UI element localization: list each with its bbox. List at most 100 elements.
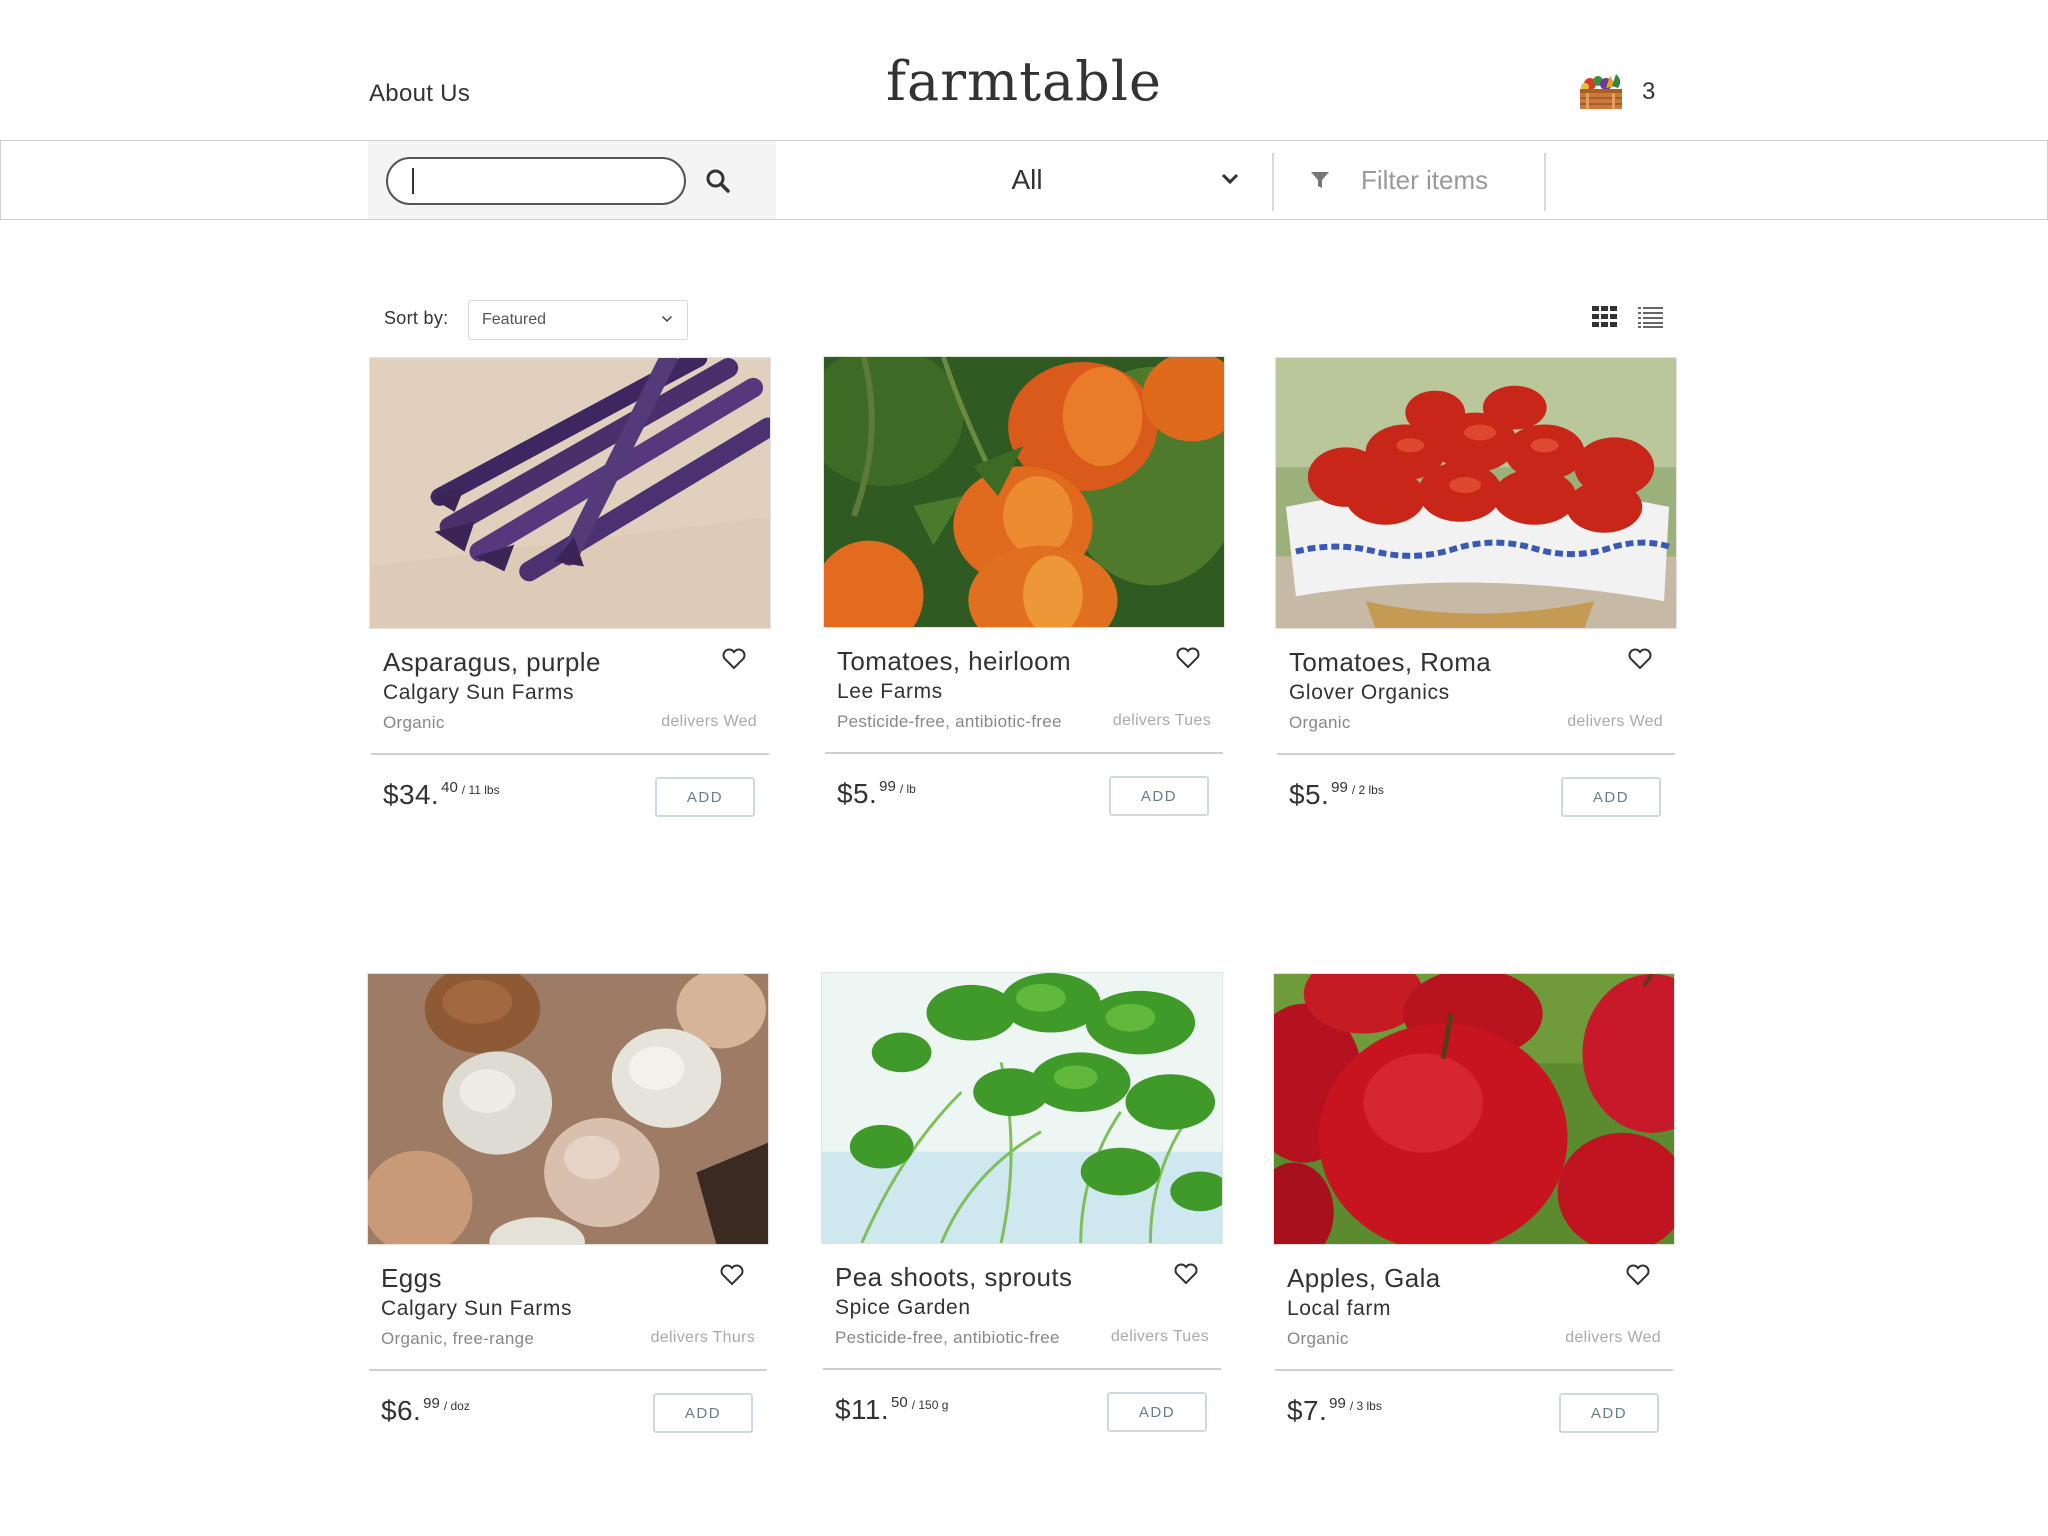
site-logo: farmtable	[886, 50, 1162, 113]
product-delivery-day: delivers Wed	[1565, 1329, 1661, 1346]
product-card: Tomatoes, Roma Glover Organics Organic d…	[1275, 357, 1677, 827]
product-price: $5. 99 / 2 lbs	[1289, 779, 1384, 811]
pea-shoots-photo	[822, 973, 1222, 1243]
gala-apples-photo	[1274, 974, 1674, 1244]
filter-items-button[interactable]: Filter items	[1291, 141, 1541, 219]
product-price: $11. 50 / 150 g	[835, 1394, 948, 1426]
heart-icon[interactable]	[1173, 1262, 1199, 1286]
product-name[interactable]: Tomatoes, Roma	[1289, 647, 1491, 678]
chevron-down-icon	[661, 315, 673, 323]
price-unit: / lb	[899, 782, 916, 796]
product-farm[interactable]: Calgary Sun Farms	[381, 1297, 572, 1321]
search-button[interactable]	[700, 163, 736, 199]
product-card: Tomatoes, heirloom Lee Farms Pesticide-f…	[823, 356, 1225, 826]
card-divider	[371, 753, 769, 755]
product-certification: Organic	[1289, 713, 1351, 732]
product-image-roma-tomatoes[interactable]	[1275, 357, 1677, 629]
produce-crate-icon	[1580, 74, 1622, 109]
text-caret	[412, 168, 414, 194]
price-cents: 50	[891, 1394, 908, 1411]
product-price: $6. 99 / doz	[381, 1395, 470, 1427]
product-name[interactable]: Apples, Gala	[1287, 1263, 1441, 1294]
product-farm[interactable]: Local farm	[1287, 1297, 1391, 1321]
product-image-pea-shoots[interactable]	[821, 972, 1223, 1244]
price-dollars: $5.	[1289, 779, 1330, 810]
grid-view-button[interactable]	[1592, 306, 1620, 328]
product-price: $5. 99 / lb	[837, 778, 916, 810]
toolbar-divider	[1272, 153, 1274, 211]
product-image-purple-asparagus[interactable]	[369, 357, 771, 629]
price-cents: 40	[441, 779, 458, 796]
product-certification: Pesticide-free, antibiotic-free	[835, 1328, 1060, 1347]
heart-icon[interactable]	[719, 1263, 745, 1287]
product-price: $7. 99 / 3 lbs	[1287, 1395, 1382, 1427]
card-divider	[825, 752, 1223, 754]
heart-icon[interactable]	[1627, 647, 1653, 671]
price-dollars: $11.	[835, 1394, 890, 1425]
product-image-eggs[interactable]	[367, 973, 769, 1245]
price-dollars: $34.	[383, 779, 440, 810]
sort-label: Sort by:	[384, 308, 449, 328]
add-to-cart-button[interactable]: ADD	[1561, 777, 1661, 817]
product-delivery-day: delivers Thurs	[650, 1329, 755, 1346]
add-to-cart-button[interactable]: ADD	[653, 1393, 753, 1433]
product-farm[interactable]: Lee Farms	[837, 680, 943, 704]
toolbar-divider	[1544, 153, 1546, 211]
price-dollars: $7.	[1287, 1395, 1328, 1426]
price-cents: 99	[1331, 779, 1348, 796]
product-price: $34. 40 / 11 lbs	[383, 779, 500, 811]
price-unit: / 2 lbs	[1351, 783, 1384, 797]
sort-selected-value: Featured	[482, 311, 547, 328]
product-delivery-day: delivers Wed	[661, 713, 757, 730]
product-delivery-day: delivers Wed	[1567, 713, 1663, 730]
product-name[interactable]: Eggs	[381, 1263, 442, 1294]
product-name[interactable]: Asparagus, purple	[383, 647, 601, 678]
product-certification: Organic	[1287, 1329, 1349, 1348]
filter-funnel-icon	[1311, 172, 1329, 188]
add-to-cart-button[interactable]: ADD	[1107, 1392, 1207, 1432]
heart-icon[interactable]	[1175, 646, 1201, 670]
list-view-button[interactable]	[1638, 306, 1666, 328]
roma-tomatoes-photo	[1276, 358, 1676, 628]
about-us-link[interactable]: About Us	[369, 80, 470, 108]
price-cents: 99	[423, 1395, 440, 1412]
price-unit: / 150 g	[911, 1398, 949, 1412]
product-name[interactable]: Tomatoes, heirloom	[837, 646, 1071, 677]
cart-count: 3	[1642, 78, 1656, 105]
add-to-cart-button[interactable]: ADD	[655, 777, 755, 817]
heart-icon[interactable]	[721, 647, 747, 671]
product-farm[interactable]: Spice Garden	[835, 1296, 971, 1320]
product-image-heirloom-tomatoes[interactable]	[823, 356, 1225, 628]
card-divider	[1277, 753, 1675, 755]
heart-icon[interactable]	[1625, 1263, 1651, 1287]
category-label: All	[1011, 164, 1043, 195]
product-image-gala-apples[interactable]	[1273, 973, 1675, 1245]
product-certification: Organic	[383, 713, 445, 732]
product-name[interactable]: Pea shoots, sprouts	[835, 1262, 1072, 1293]
search-input[interactable]	[386, 157, 686, 205]
card-divider	[1275, 1369, 1673, 1371]
price-cents: 99	[1329, 1395, 1346, 1412]
product-card: Pea shoots, sprouts Spice Garden Pestici…	[821, 972, 1223, 1442]
product-farm[interactable]: Calgary Sun Farms	[383, 681, 574, 705]
price-dollars: $6.	[381, 1395, 422, 1426]
eggs-photo	[368, 974, 768, 1244]
filter-items-label: Filter items	[1361, 164, 1489, 195]
product-card: Eggs Calgary Sun Farms Organic, free-ran…	[367, 973, 769, 1443]
category-dropdown[interactable]: All	[781, 141, 1273, 219]
price-unit: / 11 lbs	[461, 783, 500, 797]
chevron-down-icon	[1221, 173, 1239, 185]
product-certification: Pesticide-free, antibiotic-free	[837, 712, 1062, 731]
add-to-cart-button[interactable]: ADD	[1559, 1393, 1659, 1433]
product-certification: Organic, free-range	[381, 1329, 535, 1348]
product-farm[interactable]: Glover Organics	[1289, 681, 1450, 705]
search-icon	[706, 169, 730, 193]
cart-button[interactable]: 3	[1576, 70, 1676, 114]
toolbar: All Filter items	[0, 140, 2048, 220]
card-divider	[369, 1369, 767, 1371]
sort-select[interactable]: Featured	[468, 300, 688, 340]
product-delivery-day: delivers Tues	[1110, 1328, 1209, 1345]
product-delivery-day: delivers Tues	[1112, 712, 1211, 729]
add-to-cart-button[interactable]: ADD	[1109, 776, 1209, 816]
grid-view-icon	[1592, 306, 1617, 327]
